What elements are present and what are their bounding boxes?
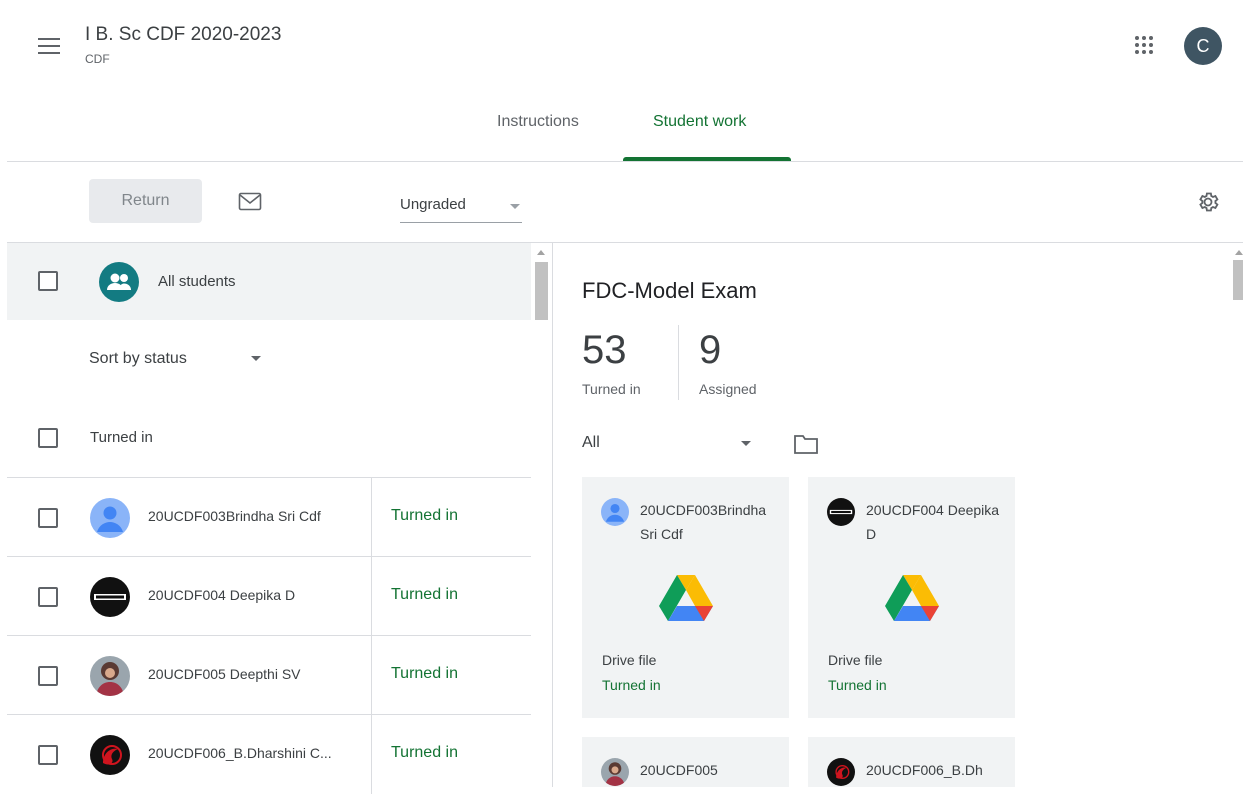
red-emblem-avatar [827, 758, 855, 786]
turned-in-count[interactable]: 53 [582, 328, 627, 373]
student-checkbox[interactable] [38, 587, 58, 607]
scroll-up-arrow-icon[interactable] [537, 250, 545, 255]
student-status: Turned in [391, 507, 458, 524]
student-status: Turned in [391, 665, 458, 682]
student-row[interactable]: 20UCDF005 Deepthi SV Turned in [7, 635, 531, 715]
column-divider [371, 557, 372, 636]
main-menu-icon[interactable] [38, 38, 60, 56]
turned-in-label: Turned in [582, 381, 641, 397]
folder-icon[interactable] [793, 433, 819, 460]
default-person-avatar [601, 498, 629, 526]
all-students-checkbox[interactable] [38, 271, 58, 291]
column-divider [371, 478, 372, 557]
black-logo-avatar [90, 577, 130, 617]
default-person-avatar [90, 498, 130, 538]
assignment-title: FDC-Model Exam [582, 278, 757, 303]
chevron-down-icon[interactable] [741, 441, 751, 446]
scroll-up-arrow-icon[interactable] [1235, 250, 1243, 255]
red-emblem-avatar [90, 735, 130, 775]
grade-select[interactable]: Ungraded [400, 196, 522, 223]
submission-filter-select[interactable]: All [582, 434, 600, 452]
card-student-name: 20UCDF005 [640, 762, 718, 778]
submission-card[interactable]: 20UCDF006_B.Dh [808, 737, 1015, 787]
student-name[interactable]: 20UCDF005 Deepthi SV [148, 666, 301, 682]
right-scrollbar-thumb[interactable] [1233, 260, 1243, 300]
class-subtitle: CDF [85, 52, 110, 66]
people-group-icon [99, 262, 139, 302]
submission-card[interactable]: 20UCDF004 Deepika D Drive file Turned in [808, 477, 1015, 718]
black-logo-avatar [827, 498, 855, 526]
section-header-turned-in: Turned in [90, 429, 153, 446]
student-name[interactable]: 20UCDF006_B.Dharshini C... [148, 745, 332, 761]
student-row[interactable]: 20UCDF004 Deepika D Turned in [7, 556, 531, 636]
google-apps-icon[interactable] [1135, 36, 1155, 56]
card-status: Turned in [602, 677, 661, 693]
return-button[interactable]: Return [89, 179, 202, 223]
card-file-type: Drive file [828, 652, 883, 668]
stat-divider [678, 325, 679, 400]
assigned-label: Assigned [699, 381, 757, 397]
submission-card[interactable]: 20UCDF003Brindha Sri Cdf Drive file Turn… [582, 477, 789, 718]
google-drive-icon[interactable] [658, 573, 714, 628]
tab-instructions[interactable]: Instructions [497, 113, 579, 131]
card-file-type: Drive file [602, 652, 657, 668]
column-divider [371, 715, 372, 794]
card-student-name: 20UCDF004 Deepika D [866, 502, 1000, 542]
student-status: Turned in [391, 586, 458, 603]
panel-divider [552, 243, 553, 787]
student-checkbox[interactable] [38, 666, 58, 686]
photo-avatar [601, 758, 629, 786]
submission-card[interactable]: 20UCDF005 [582, 737, 789, 787]
chevron-down-icon [510, 204, 520, 209]
left-scrollbar[interactable] [533, 243, 550, 787]
card-student-name: 20UCDF006_B.Dh [866, 762, 983, 778]
turned-in-section-checkbox[interactable] [38, 428, 58, 448]
assigned-count[interactable]: 9 [699, 328, 721, 373]
student-row[interactable]: 20UCDF003Brindha Sri Cdf Turned in [7, 477, 531, 557]
email-icon[interactable] [238, 192, 262, 217]
class-title[interactable]: I B. Sc CDF 2020-2023 [85, 24, 281, 46]
student-name[interactable]: 20UCDF003Brindha Sri Cdf [148, 508, 321, 524]
account-avatar[interactable]: C [1184, 27, 1222, 65]
sort-select[interactable]: Sort by status [89, 350, 187, 368]
student-name[interactable]: 20UCDF004 Deepika D [148, 587, 295, 603]
google-drive-icon[interactable] [884, 573, 940, 628]
gear-icon[interactable] [1196, 190, 1220, 219]
student-status: Turned in [391, 744, 458, 761]
student-checkbox[interactable] [38, 508, 58, 528]
card-status: Turned in [828, 677, 887, 693]
card-student-name: 20UCDF003Brindha Sri Cdf [640, 502, 767, 542]
student-checkbox[interactable] [38, 745, 58, 765]
all-students-row[interactable] [7, 243, 531, 320]
photo-avatar [90, 656, 130, 696]
left-scrollbar-thumb[interactable] [535, 262, 548, 320]
tab-student-work[interactable]: Student work [653, 113, 746, 131]
chevron-down-icon[interactable] [251, 356, 261, 361]
grade-select-value: Ungraded [400, 196, 466, 213]
header-divider [7, 161, 1243, 162]
all-students-label: All students [158, 273, 236, 290]
column-divider [371, 636, 372, 715]
student-row[interactable]: 20UCDF006_B.Dharshini C... Turned in [7, 714, 531, 794]
